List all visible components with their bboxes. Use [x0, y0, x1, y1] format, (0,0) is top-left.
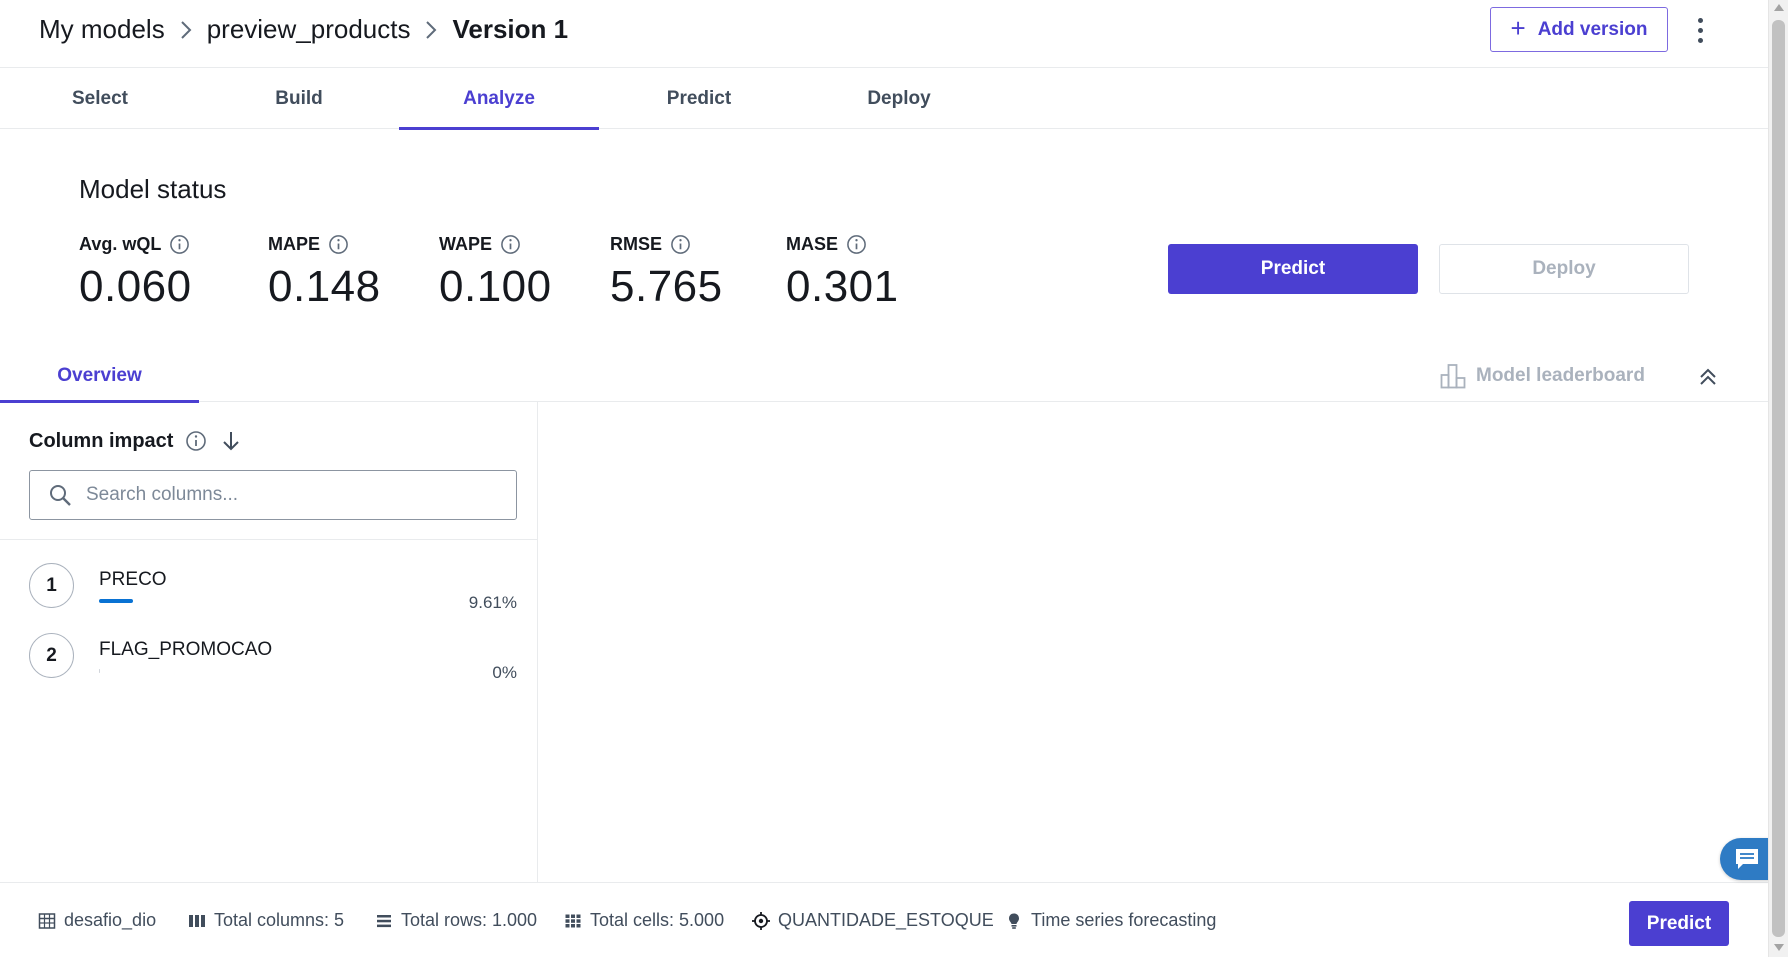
chevron-right-icon [165, 20, 207, 40]
chat-widget[interactable] [1720, 838, 1770, 880]
total-cells: Total cells: 5.000 [590, 910, 725, 930]
info-icon[interactable] [500, 234, 521, 255]
predict-button[interactable]: Predict [1168, 244, 1418, 294]
impact-bar [99, 669, 379, 673]
add-version-button[interactable]: + Add version [1490, 7, 1668, 52]
table-icon [38, 912, 56, 929]
column-impact-row[interactable]: 1 PRECO 9.61% [29, 563, 517, 613]
tab-select[interactable]: Select [0, 68, 200, 129]
impact-percent: 0% [492, 663, 517, 682]
more-options-icon[interactable] [1688, 14, 1712, 46]
breadcrumb-my-models[interactable]: My models [39, 14, 165, 45]
analysis-tabs: Overview Model leaderboard [0, 350, 1768, 403]
divider [0, 539, 538, 540]
metric-label: Avg. wQL [79, 233, 162, 254]
collapse-up-icon[interactable] [1695, 364, 1721, 390]
rank-badge: 1 [29, 563, 74, 608]
column-name: PRECO [99, 569, 167, 590]
column-name: FLAG_PROMOCAO [99, 639, 273, 660]
tab-predict[interactable]: Predict [599, 68, 799, 129]
scroll-down-icon[interactable] [1774, 944, 1784, 951]
info-icon[interactable] [670, 234, 691, 255]
breadcrumb-preview-products[interactable]: preview_products [207, 14, 411, 45]
target-icon [752, 911, 770, 930]
metric-value: 0.100 [439, 262, 552, 311]
model-type: Time series forecasting [1031, 910, 1217, 930]
impact-bar-fill [99, 669, 100, 673]
column-search-input[interactable] [86, 484, 466, 506]
model-leaderboard-label: Model leaderboard [1476, 365, 1645, 386]
total-rows: Total rows: 1.000 [401, 910, 538, 930]
rows-icon [377, 914, 391, 927]
breadcrumb: My models preview_products Version 1 [39, 14, 568, 45]
main-tabs: Select Build Analyze Predict Deploy [0, 68, 1768, 130]
add-version-label: Add version [1537, 18, 1648, 40]
plus-icon: + [1510, 13, 1526, 43]
metric-mape: MAPE 0.148 [268, 232, 381, 312]
scrollbar-thumb[interactable] [1772, 20, 1785, 937]
metric-value: 5.765 [610, 262, 723, 311]
grid-icon [565, 914, 581, 927]
metric-label: MAPE [268, 233, 321, 254]
metric-avg-wql: Avg. wQL 0.060 [79, 232, 192, 312]
chevron-right-icon [410, 20, 452, 40]
breadcrumb-current-version: Version 1 [452, 14, 569, 44]
scroll-up-icon[interactable] [1774, 4, 1784, 11]
deploy-button[interactable]: Deploy [1439, 244, 1689, 294]
metric-label: RMSE [610, 233, 663, 254]
lightbulb-icon [1009, 913, 1019, 929]
metric-value: 0.060 [79, 262, 192, 311]
dataset-summary-bar: desafio_dio Total columns: 5 Total rows:… [0, 882, 1768, 957]
tab-deploy[interactable]: Deploy [799, 68, 999, 129]
metric-value: 0.301 [786, 262, 899, 311]
impact-bar [99, 599, 379, 603]
metric-label: MASE [786, 233, 839, 254]
sort-descending-icon[interactable] [219, 429, 243, 453]
chat-icon [1736, 849, 1758, 869]
tab-build[interactable]: Build [199, 68, 399, 129]
footer-predict-button[interactable]: Predict [1629, 901, 1729, 946]
total-columns: Total columns: 5 [214, 910, 345, 930]
search-icon [50, 485, 71, 506]
impact-bar-fill [99, 599, 133, 603]
footer-total-columns: Total columns: 5 [188, 883, 344, 957]
tab-analyze[interactable]: Analyze [399, 68, 599, 130]
column-impact-title: Column impact [29, 429, 174, 452]
model-leaderboard-button[interactable]: Model leaderboard [1440, 360, 1645, 392]
tab-overview[interactable]: Overview [0, 350, 199, 403]
model-status-title: Model status [79, 174, 227, 204]
column-search-box [29, 470, 517, 520]
footer-model-type: Time series forecasting [1005, 883, 1216, 957]
footer-total-rows: Total rows: 1.000 [375, 883, 537, 957]
target-column: QUANTIDADE_ESTOQUE [778, 910, 994, 930]
vertical-scrollbar[interactable] [1768, 0, 1788, 957]
metric-value: 0.148 [268, 262, 381, 311]
footer-target-column: QUANTIDADE_ESTOQUE [752, 883, 994, 957]
column-impact-row[interactable]: 2 FLAG_PROMOCAO 0% [29, 633, 517, 683]
metric-label: WAPE [439, 233, 493, 254]
metric-wape: WAPE 0.100 [439, 232, 552, 312]
footer-total-cells: Total cells: 5.000 [564, 883, 724, 957]
metric-rmse: RMSE 5.765 [610, 232, 723, 312]
columns-icon [189, 914, 205, 927]
app-window: My models preview_products Version 1 + A… [0, 0, 1770, 957]
info-icon[interactable] [185, 430, 207, 452]
rank-badge: 2 [29, 633, 74, 678]
page-header: My models preview_products Version 1 + A… [0, 0, 1768, 68]
leaderboard-icon [1440, 364, 1466, 389]
impact-percent: 9.61% [468, 593, 517, 612]
metric-mase: MASE 0.301 [786, 232, 899, 312]
column-impact-panel: Column impact 1 PRECO 9.61% 2 FLAG_PROMO… [0, 402, 538, 882]
footer-dataset: desafio_dio [38, 883, 156, 957]
info-icon[interactable] [169, 234, 190, 255]
dataset-name: desafio_dio [64, 910, 157, 930]
info-icon[interactable] [328, 234, 349, 255]
info-icon[interactable] [846, 234, 867, 255]
